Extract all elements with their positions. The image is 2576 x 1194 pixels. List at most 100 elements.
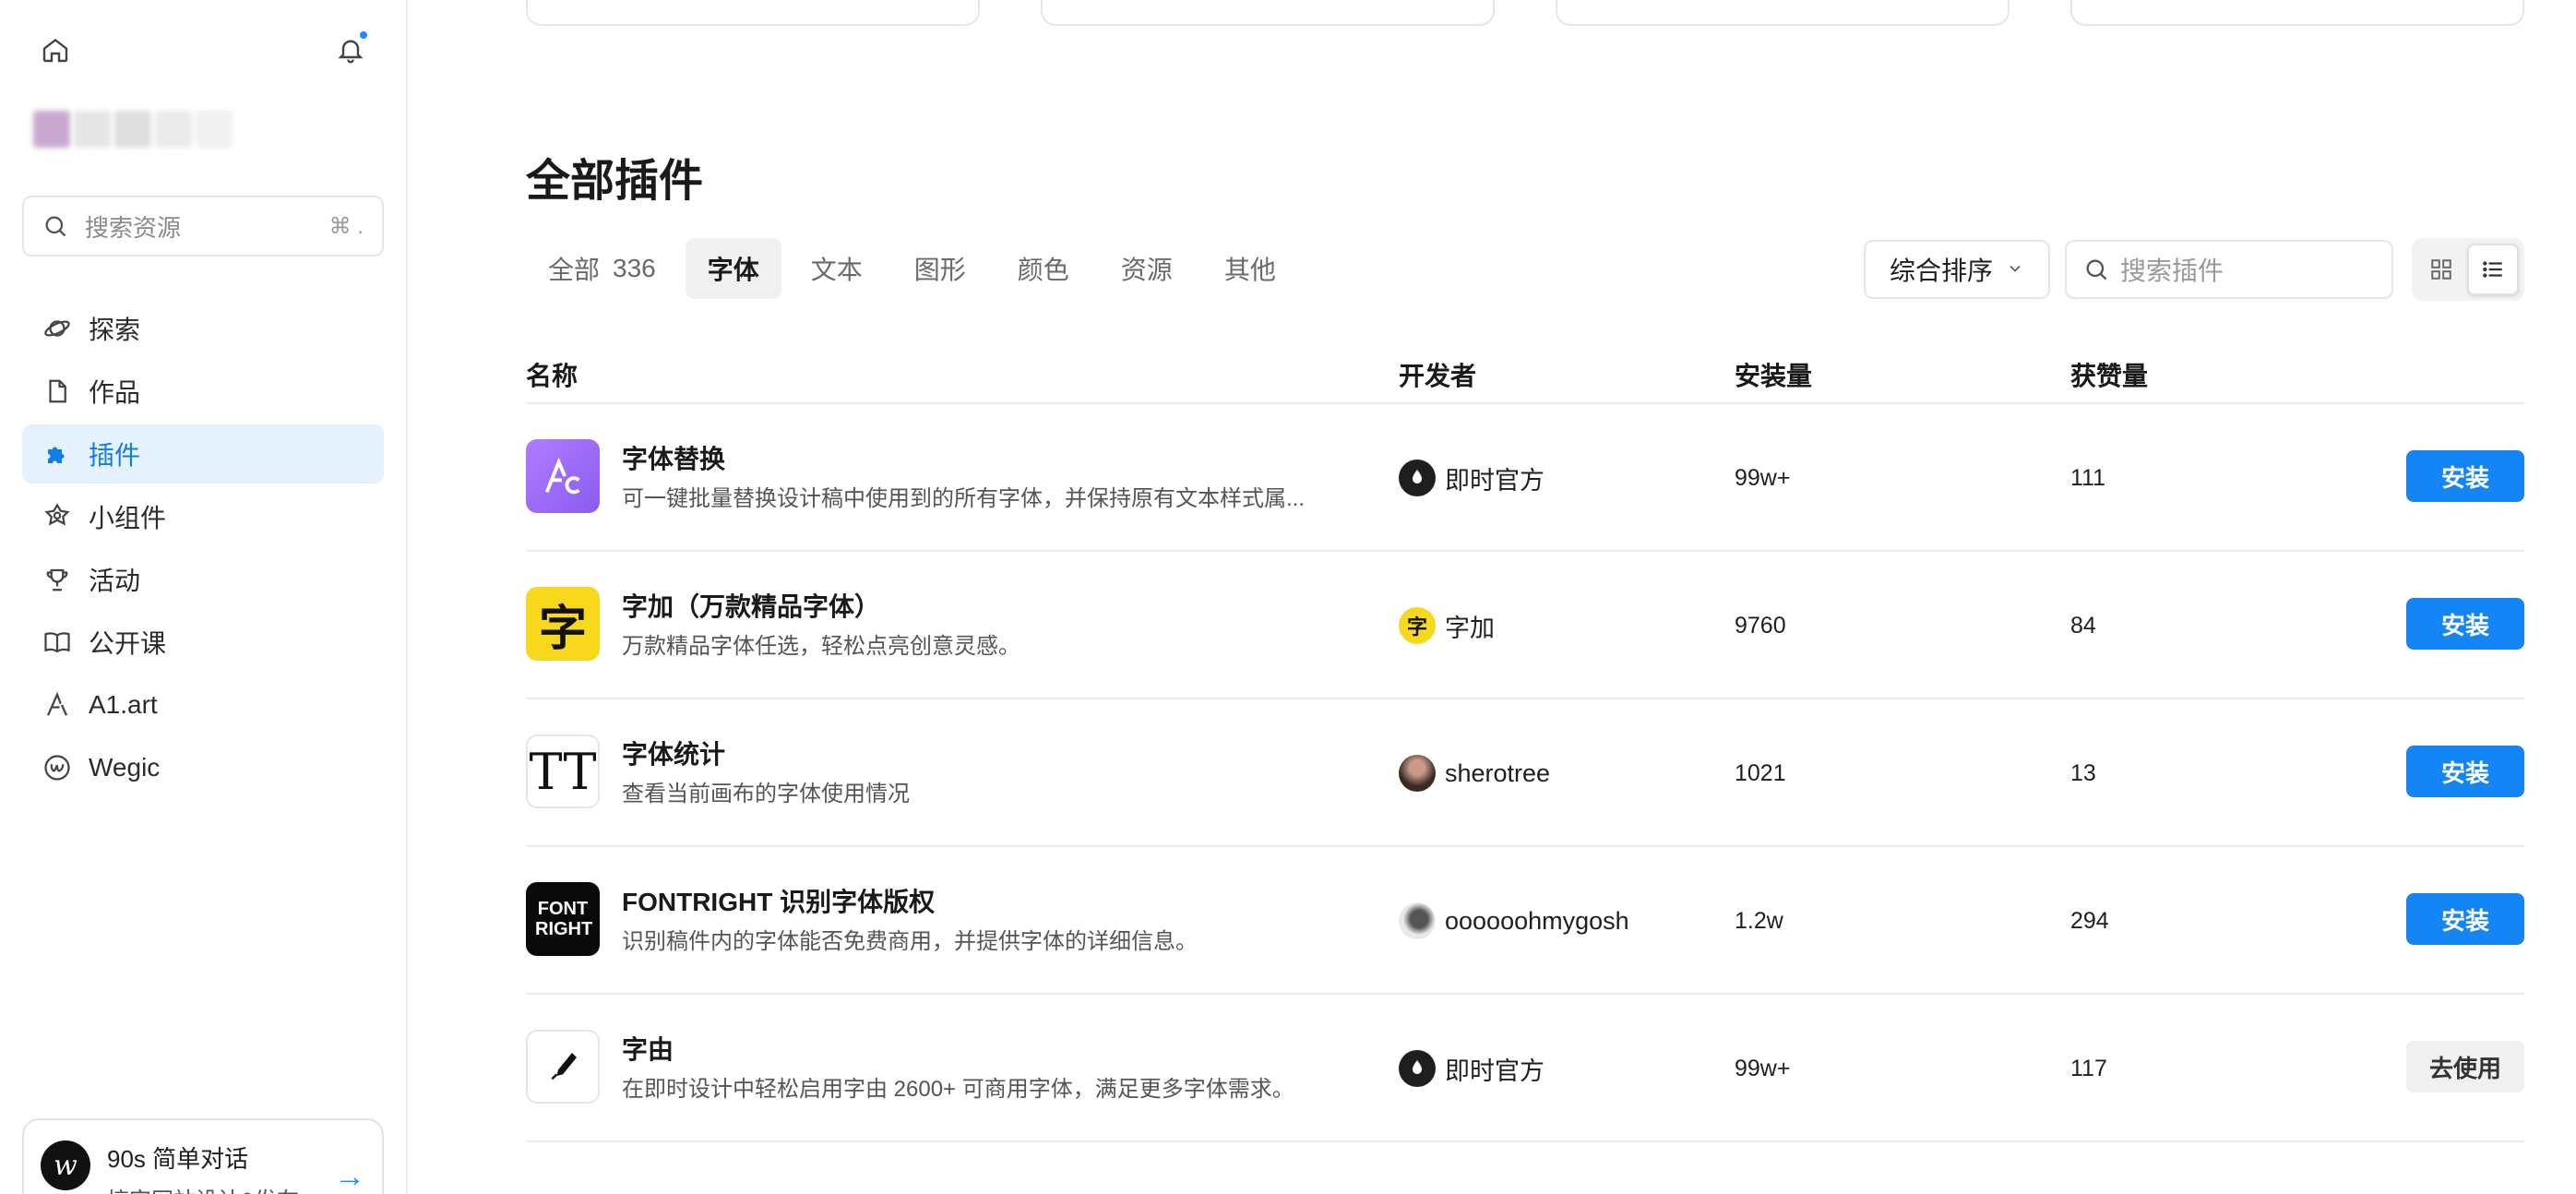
sidebar-item-label: A1.art — [89, 690, 158, 719]
sidebar-item-plugins[interactable]: 插件 — [22, 424, 384, 484]
top-cards-row — [526, 0, 2565, 26]
table-row[interactable]: TT 字体统计 查看当前画布的字体使用情况 sherotree 1021 13 … — [526, 699, 2524, 847]
plugin-name: 字由 — [622, 1035, 674, 1064]
grid-view-button[interactable] — [2415, 244, 2467, 295]
tab-other[interactable]: 其他 — [1202, 238, 1298, 299]
wegic-logo-icon: w — [41, 1140, 90, 1190]
tab-resources[interactable]: 资源 — [1099, 238, 1195, 299]
resource-search-input[interactable]: 搜索资源 ⌘ . — [22, 196, 384, 257]
tab-label: 图形 — [913, 256, 966, 284]
sidebar-item-label: 小组件 — [89, 504, 167, 532]
a1-art-icon — [39, 687, 76, 723]
tab-text[interactable]: 文本 — [789, 238, 885, 299]
column-likes: 获赞量 — [2070, 362, 2149, 390]
plugin-name: FONTRIGHT 识别字体版权 — [622, 888, 936, 916]
install-count: 9760 — [1735, 613, 1786, 639]
home-icon[interactable] — [37, 31, 74, 68]
promo-subtitle: 搞定网站设计&发布 — [107, 1182, 334, 1194]
tab-label: 其他 — [1223, 256, 1276, 284]
tab-count: 336 — [613, 254, 656, 282]
tab-label: 资源 — [1120, 256, 1173, 284]
plugin-desc: 查看当前画布的字体使用情况 — [622, 782, 910, 806]
featured-card[interactable] — [1556, 0, 2010, 26]
font-stats-icon-glyph: TT — [529, 742, 597, 801]
notification-dot — [360, 31, 367, 39]
like-count: 84 — [2070, 613, 2096, 639]
sidebar-item-label: 公开课 — [89, 629, 167, 658]
plugin-search-input[interactable]: 搜索插件 — [2065, 240, 2393, 299]
tab-label: 文本 — [810, 256, 863, 284]
plugin-desc: 识别稿件内的字体能否免费商用，并提供字体的详细信息。 — [622, 929, 1198, 954]
featured-card[interactable] — [1041, 0, 1495, 26]
install-button[interactable]: 安装 — [2406, 450, 2524, 502]
developer-name: 字加 — [1445, 614, 1495, 642]
tab-colors[interactable]: 颜色 — [996, 238, 1091, 299]
bell-icon[interactable] — [332, 31, 369, 68]
sidebar-item-events[interactable]: 活动 — [22, 550, 384, 609]
developer[interactable]: sherotree — [1399, 755, 1550, 792]
tab-fonts[interactable]: 字体 — [685, 238, 781, 299]
fontright-icon: FONT RIGHT — [526, 882, 600, 956]
install-button[interactable]: 安装 — [2406, 893, 2524, 945]
font-replace-icon — [526, 439, 600, 513]
install-count: 1.2w — [1735, 908, 1783, 934]
table-row[interactable]: 字由 在即时设计中轻松启用字由 2600+ 可商用字体，满足更多字体需求。 即时… — [526, 995, 2524, 1142]
table-row[interactable]: 字体替换 可一键批量替换设计稿中使用到的所有字体，并保持原有文本样式属... 即… — [526, 404, 2524, 552]
developer-avatar: 字 — [1399, 607, 1436, 644]
tab-label: 字体 — [707, 256, 759, 284]
sidebar-item-courses[interactable]: 公开课 — [22, 613, 384, 672]
blurred-user-profile[interactable] — [33, 111, 251, 168]
sidebar: 搜索资源 ⌘ . 探索 作品 插件 小组件 活动 公开课 A1.art Wegi… — [0, 0, 408, 1194]
install-count: 99w+ — [1735, 465, 1791, 491]
developer[interactable]: 即时官方 — [1399, 1050, 1544, 1087]
book-icon — [39, 624, 76, 661]
table-row[interactable]: 字 字加（万款精品字体） 万款精品字体任选，轻松点亮创意灵感。 字 字加 976… — [526, 552, 2524, 699]
sort-dropdown[interactable]: 综合排序 — [1864, 240, 2050, 299]
sidebar-item-a1-art[interactable]: A1.art — [22, 675, 384, 734]
use-button[interactable]: 去使用 — [2406, 1041, 2524, 1093]
tab-all[interactable]: 全部 336 — [526, 238, 678, 299]
developer[interactable]: 字 字加 — [1399, 607, 1495, 644]
sidebar-item-works[interactable]: 作品 — [22, 362, 384, 421]
list-view-button[interactable] — [2467, 244, 2519, 295]
featured-card[interactable] — [2070, 0, 2524, 26]
developer-name: 即时官方 — [1445, 1057, 1544, 1085]
sidebar-item-wegic[interactable]: Wegic — [22, 738, 384, 797]
sidebar-item-label: 作品 — [89, 378, 141, 407]
developer-name: 即时官方 — [1445, 466, 1544, 495]
search-icon — [2086, 259, 2107, 281]
fontright-icon-text: FONT RIGHT — [535, 899, 593, 939]
list-icon — [2483, 261, 2502, 278]
font-stats-icon: TT — [526, 734, 600, 808]
sidebar-item-label: 活动 — [89, 567, 141, 595]
sidebar-nav: 探索 作品 插件 小组件 活动 公开课 A1.art Wegic — [22, 299, 384, 801]
table-row[interactable]: FONT RIGHT FONTRIGHT 识别字体版权 识别稿件内的字体能否免费… — [526, 847, 2524, 995]
plugin-name: 字体替换 — [622, 445, 726, 473]
view-toggle — [2412, 238, 2524, 301]
developer-logo-icon — [1399, 460, 1436, 496]
sidebar-item-explore[interactable]: 探索 — [22, 299, 384, 358]
install-button[interactable]: 安装 — [2406, 598, 2524, 650]
developer[interactable]: 即时官方 — [1399, 460, 1544, 496]
developer[interactable]: oooooohmygosh — [1399, 902, 1629, 939]
table-header: 名称 开发者 安装量 获赞量 — [526, 352, 2524, 404]
like-count: 294 — [2070, 908, 2109, 934]
sidebar-item-label: Wegic — [89, 753, 161, 782]
pen-nib-icon — [526, 1030, 600, 1104]
column-developer: 开发者 — [1399, 362, 1477, 390]
page-title: 全部插件 — [526, 157, 704, 206]
install-button[interactable]: 安装 — [2406, 746, 2524, 797]
developer-name: oooooohmygosh — [1445, 906, 1629, 935]
sidebar-item-label: 探索 — [89, 316, 141, 344]
zijia-icon: 字 — [526, 587, 600, 661]
tab-shapes[interactable]: 图形 — [892, 238, 988, 299]
wegic-promo-card[interactable]: w 90s 简单对话 搞定网站设计&发布 → — [22, 1118, 384, 1194]
chevron-down-icon — [2006, 255, 2024, 284]
grid-icon — [2431, 259, 2451, 280]
install-count: 1021 — [1735, 760, 1786, 786]
sidebar-item-widgets[interactable]: 小组件 — [22, 487, 384, 546]
zijia-icon-glyph: 字 — [538, 602, 587, 656]
like-count: 117 — [2070, 1056, 2107, 1081]
like-count: 111 — [2070, 465, 2106, 491]
featured-card[interactable] — [526, 0, 980, 26]
